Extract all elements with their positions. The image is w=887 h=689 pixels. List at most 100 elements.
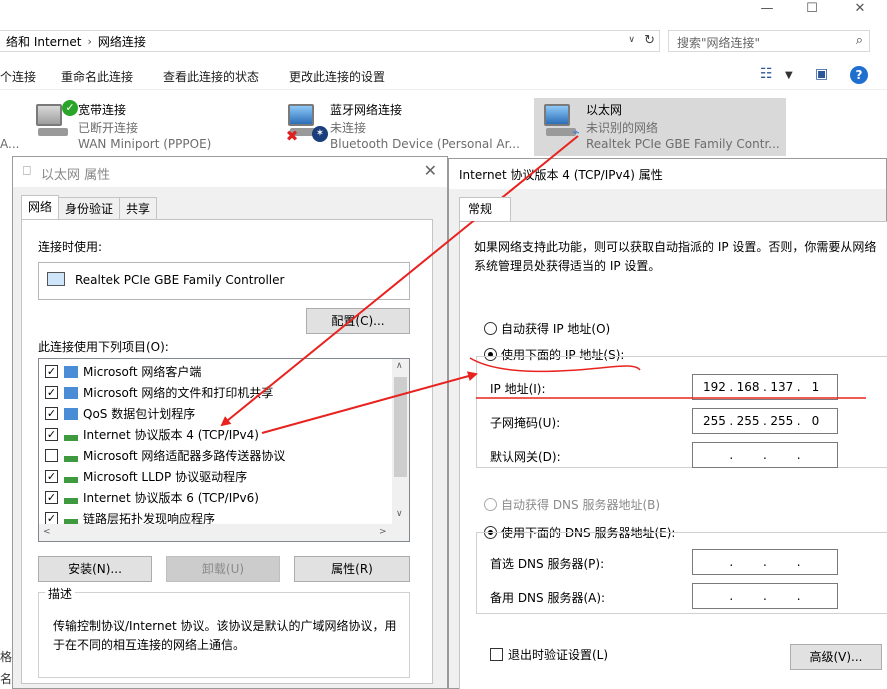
checkbox[interactable]: ✓ [45,470,58,483]
network-adapter-icon [47,272,65,286]
close-icon[interactable]: ✕ [424,161,437,180]
ip-address-label: IP 地址(I): [490,382,546,396]
cmd-connect[interactable]: 个连接 [0,68,36,85]
mask-octet: 255 [770,414,794,428]
subnet-mask-label: 子网掩码(U): [490,416,561,430]
item-label: Internet 协议版本 6 (TCP/IPv6) [83,491,259,505]
tab-authentication[interactable]: 身份验证 [58,197,121,219]
close-window-button[interactable]: ✕ [838,0,882,20]
connection-bluetooth[interactable]: ✶ ✖ 蓝牙网络连接 未连接 Bluetooth Device (Persona… [278,98,528,156]
auto-ip-radio[interactable]: 自动获得 IP 地址(O) [484,320,610,337]
install-button[interactable]: 安装(N)... [38,556,152,582]
tab-network[interactable]: 网络 [21,195,60,219]
command-bar [0,62,887,90]
ip-octet: 137 [770,380,794,394]
chevron-down-icon[interactable]: ∨ [628,35,635,45]
check-icon: ✓ [62,100,78,116]
maximize-button[interactable]: ☐ [790,0,834,20]
network-adapter-icon: ⎕ [23,164,31,179]
configure-button[interactable]: 配置(C)... [306,308,410,334]
general-tab-panel: 如果网络支持此功能，则可以获取自动指派的 IP 设置。否则，你需要从网络系统管理… [459,221,887,689]
list-item[interactable]: ✓ Internet 协议版本 6 (TCP/IPv6) [45,487,259,508]
item-label: Internet 协议版本 4 (TCP/IPv4) [83,428,259,442]
radio-dot [484,322,497,335]
items-label: 此连接使用下列项目(O): [38,340,169,354]
minimize-button[interactable]: — [745,0,789,20]
preferred-dns-input[interactable]: ... [692,549,838,575]
subnet-mask-input[interactable]: 255. 255. 255. 0 [692,408,838,434]
tab-general[interactable]: 常规 [459,197,511,221]
connection-name: 蓝牙网络连接 [330,103,403,117]
network-adapter-icon: ✓ [34,100,78,140]
cmd-change-settings[interactable]: 更改此连接的设置 [289,68,385,85]
vertical-scrollbar[interactable]: ∧ ∨ [392,359,409,525]
checkbox[interactable]: ✓ [45,491,58,504]
horizontal-scrollbar[interactable]: < > [39,524,409,541]
scroll-thumb[interactable] [394,377,407,477]
scroll-left-icon[interactable]: < [43,527,51,537]
clipped-status-text: 格 [0,650,13,664]
ipv4-properties-dialog: Internet 协议版本 4 (TCP/IPv4) 属性 常规 如果网络支持此… [448,158,887,689]
cmd-view-status[interactable]: 查看此连接的状态 [163,68,259,85]
list-item[interactable]: ✓ Microsoft 网络客户端 [45,361,201,382]
breadcrumb-network-internet[interactable]: 络和 Internet [0,33,87,50]
list-item[interactable]: ✓ Microsoft 网络的文件和打印机共享 [45,382,273,403]
list-item-ipv4[interactable]: ✓ Internet 协议版本 4 (TCP/IPv4) [45,424,259,445]
advanced-button[interactable]: 高级(V)... [790,644,882,670]
properties-button[interactable]: 属性(R) [294,556,410,582]
ip-address-input[interactable]: 192. 168. 137. 1 [692,374,838,400]
item-label: Microsoft 网络客户端 [83,365,202,379]
item-label: QoS 数据包计划程序 [83,407,196,421]
preview-pane-icon[interactable]: ▣ [815,66,828,82]
checkbox[interactable]: ✓ [45,365,58,378]
validate-on-exit-checkbox[interactable]: 退出时验证设置(L) [490,646,608,663]
mask-octet: 0 [811,414,820,428]
list-item[interactable]: ✓ Microsoft LLDP 协议驱动程序 [45,466,247,487]
checkbox[interactable]: ✓ [45,407,58,420]
item-label: Microsoft 网络适配器多路传送器协议 [83,449,286,463]
protocol-icon [64,476,78,483]
network-adapter-icon: ⌁ [542,104,580,140]
connection-device: WAN Miniport (PPPOE) [78,137,212,151]
tab-sharing[interactable]: 共享 [119,197,158,219]
connection-status: 未识别的网络 [586,121,659,135]
view-options-icon[interactable]: ☷ [760,66,773,82]
disconnected-x-icon: ✖ [285,127,299,145]
list-item[interactable]: ✓ QoS 数据包计划程序 [45,403,195,424]
alternate-dns-input[interactable]: ... [692,583,838,609]
scroll-up-icon[interactable]: ∧ [396,361,403,371]
clipped-device-text: A... [0,137,20,151]
ethernet-properties-dialog: ⎕ 以太网 属性 ✕ 网络 身份验证 共享 连接时使用: Realtek PCI… [12,156,448,689]
connection-ethernet[interactable]: ⌁ 以太网 未识别的网络 Realtek PCIe GBE Family Con… [534,98,786,156]
bluetooth-icon: ✶ [312,126,328,142]
refresh-icon[interactable]: ↻ [644,33,655,48]
alternate-dns-label: 备用 DNS 服务器(A): [490,591,606,605]
checkbox[interactable] [490,648,503,661]
list-item[interactable]: Microsoft 网络适配器多路传送器协议 [45,445,285,466]
chevron-down-icon[interactable]: ▼ [785,70,793,81]
description-group: 描述 传输控制协议/Internet 协议。该协议是默认的广域网络协议，用于在不… [38,585,410,678]
cmd-rename[interactable]: 重命名此连接 [61,68,133,85]
clipped-name-text: 名 [0,672,13,686]
connection-name: 宽带连接 [78,103,127,117]
checkbox[interactable]: ✓ [45,386,58,399]
preferred-dns-label: 首选 DNS 服务器(P): [490,557,605,571]
search-input[interactable]: 搜索"网络连接" ⌕ [668,30,870,52]
mask-octet: 255 [702,414,726,428]
dialog-title: 以太网 属性 [41,168,111,183]
connection-broadband[interactable]: ✓ 宽带连接 已断开连接 WAN Miniport (PPPOE) [26,98,256,156]
checkbox[interactable] [45,449,58,462]
ip-octet: 1 [811,380,820,394]
breadcrumb-network-connections[interactable]: 网络连接 [92,33,152,50]
protocol-icon [64,434,78,441]
checkbox[interactable]: ✓ [45,428,58,441]
scroll-right-icon[interactable]: > [379,527,387,537]
connect-using-label: 连接时使用: [38,240,103,254]
connection-device: Realtek PCIe GBE Family Contr... [586,137,780,151]
help-icon[interactable]: ? [850,66,868,84]
network-adapter-icon: ✶ ✖ [286,104,328,144]
scroll-down-icon[interactable]: ∨ [396,509,403,519]
items-list[interactable]: ✓ Microsoft 网络客户端 ✓ Microsoft 网络的文件和打印机共… [38,358,410,542]
gateway-input[interactable]: ... [692,442,838,468]
address-bar[interactable]: 络和 Internet › 网络连接 ∨ ↻ [0,30,660,52]
